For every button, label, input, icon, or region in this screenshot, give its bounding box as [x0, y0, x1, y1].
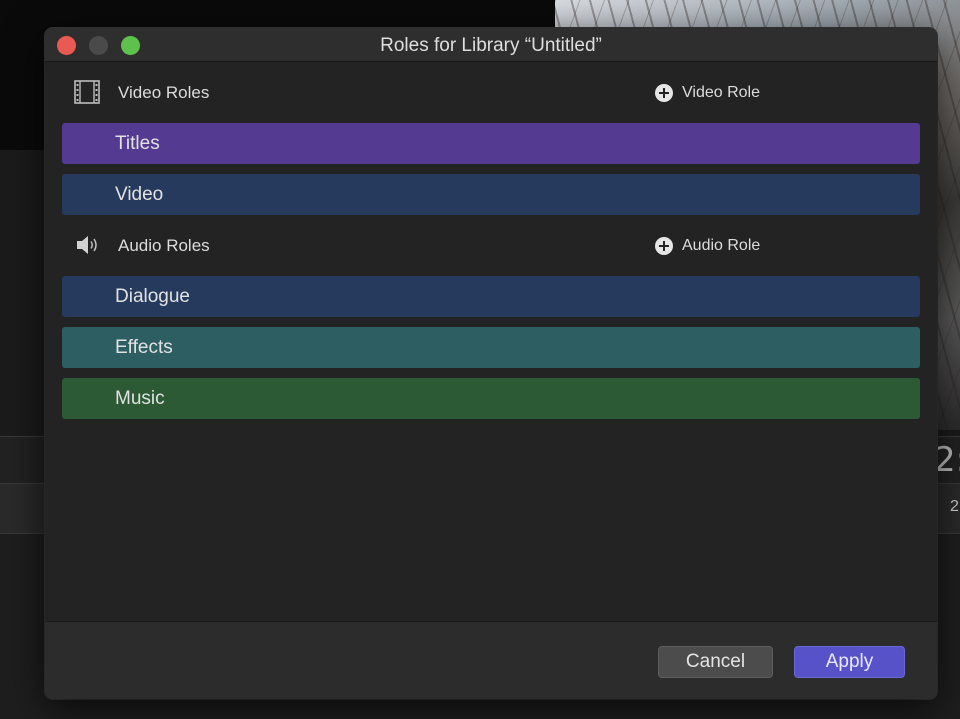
role-row-effects[interactable]: Effects: [62, 327, 920, 368]
background-ruler-number: 2: [950, 498, 959, 515]
video-roles-header: Video Roles Video Role: [45, 79, 937, 111]
audio-roles-label: Audio Roles: [118, 236, 210, 255]
film-strip-icon: [74, 80, 100, 104]
role-row-music[interactable]: Music: [62, 378, 920, 419]
title-bar[interactable]: Roles for Library “Untitled”: [45, 28, 937, 62]
role-label: Titles: [115, 132, 160, 154]
background-timecode: 2:: [934, 440, 960, 480]
role-row-dialogue[interactable]: Dialogue: [62, 276, 920, 317]
role-label: Effects: [115, 336, 173, 358]
video-roles-label: Video Roles: [118, 83, 210, 102]
role-label: Music: [115, 387, 165, 409]
add-audio-role-label: Audio Role: [682, 237, 761, 254]
plus-circle-icon: [655, 237, 673, 255]
add-audio-role-button[interactable]: Audio Role: [655, 234, 760, 258]
audio-roles-header: Audio Roles Audio Role: [45, 232, 937, 264]
add-video-role-label: Video Role: [682, 84, 760, 101]
speaker-icon: [77, 236, 97, 254]
cancel-button[interactable]: Cancel: [658, 646, 773, 678]
add-video-role-button[interactable]: Video Role: [655, 81, 760, 105]
dialog-footer: Cancel Apply: [45, 621, 937, 699]
roles-dialog: Roles for Library “Untitled” Video Roles…: [45, 28, 937, 699]
plus-circle-icon: [655, 84, 673, 102]
role-row-titles[interactable]: Titles: [62, 123, 920, 164]
role-label: Dialogue: [115, 285, 190, 307]
window-title: Roles for Library “Untitled”: [380, 35, 602, 56]
apply-button[interactable]: Apply: [794, 646, 905, 678]
role-label: Video: [115, 183, 164, 205]
role-row-video[interactable]: Video: [62, 174, 920, 215]
